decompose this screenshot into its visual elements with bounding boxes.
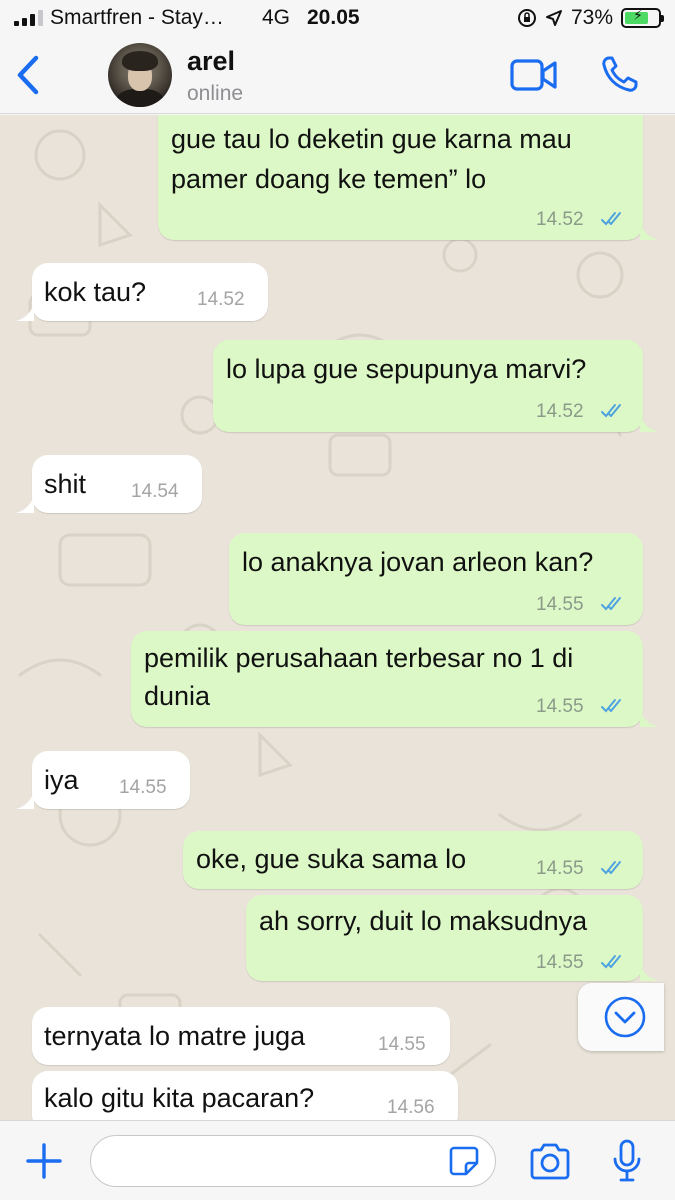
message-bubble[interactable]: lo lupa gue sepupunya marvi? 14.52 [213,340,643,432]
orientation-lock-icon [517,9,536,27]
message-time: 14.52 [197,289,245,310]
bubble-tail [16,791,34,809]
message-time: 14.55 [536,952,584,973]
message-bubble[interactable]: lo anaknya jovan arleon kan? 14.55 [229,533,643,625]
message-time: 14.55 [536,696,584,717]
message-bubble[interactable]: pemilik perusahaan terbesar no 1 di duni… [131,631,643,727]
message-text: pamer doang ke temen” lo [171,164,487,194]
scroll-to-bottom-button[interactable] [578,983,664,1051]
status-right: 73% ⚡ [517,6,664,30]
bubble-tail [640,963,658,981]
message-time: 14.55 [536,858,584,879]
message-bubble[interactable]: kok tau? 14.52 [32,263,268,321]
battery-percent: 73% [570,6,613,29]
message-text: lo lupa gue sepupunya marvi? [226,354,587,384]
plus-icon[interactable] [24,1141,64,1181]
camera-icon[interactable] [528,1143,572,1181]
message-text: shit [44,469,87,499]
message-text: lo anaknya jovan arleon kan? [242,547,594,577]
message-text: kalo gitu kita pacaran? [44,1083,315,1113]
read-receipt-icon [601,861,621,875]
bubble-tail [16,495,34,513]
message-text: iya [44,765,79,795]
signal-strength-icon [14,10,43,26]
clock: 20.05 [307,6,360,29]
message-text: ternyata lo matre juga [44,1021,306,1051]
status-bar: Smartfren - Stay… 4G 20.05 73% ⚡ [0,0,675,36]
message-bubble[interactable]: gue tau lo deketin gue karna mau pamer d… [158,115,643,240]
read-receipt-icon [601,699,621,713]
message-time: 14.55 [119,777,167,798]
bubble-tail [16,303,34,321]
composer-bar [0,1120,675,1200]
message-time: 14.52 [536,401,584,422]
message-text: oke, gue suka sama lo [196,844,467,874]
read-receipt-icon [601,404,621,418]
video-call-icon[interactable] [510,58,558,92]
network-type: 4G [262,6,291,29]
message-bubble[interactable]: kalo gitu kita pacaran? 14.56 [32,1071,458,1120]
message-text: kok tau? [44,277,147,307]
message-text: pemilik perusahaan terbesar no 1 di [144,643,574,673]
battery-icon: ⚡ [621,7,664,28]
contact-status: online [187,82,244,105]
message-text: gue tau lo deketin gue karna mau [171,124,572,154]
read-receipt-icon [601,955,621,969]
message-time: 14.52 [536,209,584,230]
bubble-tail [640,709,658,727]
contact-name[interactable]: arel [187,46,235,77]
microphone-icon[interactable] [612,1139,642,1183]
phone-icon[interactable] [600,54,640,94]
back-chevron-icon[interactable] [12,50,48,100]
chevron-down-circle-icon [604,996,646,1038]
message-bubble[interactable]: ternyata lo matre juga 14.55 [32,1007,450,1065]
bubble-tail [640,222,658,240]
message-text: dunia [144,681,211,711]
message-bubble[interactable]: oke, gue suka sama lo 14.55 [183,831,643,889]
message-bubble[interactable]: iya 14.55 [32,751,190,809]
carrier-name: Smartfren - Stay… [50,6,224,29]
message-bubble[interactable]: shit 14.54 [32,455,202,513]
avatar[interactable] [108,43,172,107]
chat-header: arel online [0,36,675,114]
message-time: 14.55 [378,1034,426,1055]
message-text: ah sorry, duit lo maksudnya [259,906,588,936]
chat-area[interactable]: gue tau lo deketin gue karna mau pamer d… [0,115,675,1120]
read-receipt-icon [601,597,621,611]
message-time: 14.54 [131,481,179,502]
location-arrow-icon [545,10,562,26]
bubble-tail [640,414,658,432]
message-bubble[interactable]: ah sorry, duit lo maksudnya 14.55 [246,895,643,981]
sticker-icon[interactable] [448,1145,480,1177]
charging-bolt-icon: ⚡ [633,7,643,23]
message-time: 14.56 [387,1097,435,1118]
message-input[interactable] [90,1135,496,1187]
read-receipt-icon [601,212,621,226]
message-time: 14.55 [536,594,584,615]
